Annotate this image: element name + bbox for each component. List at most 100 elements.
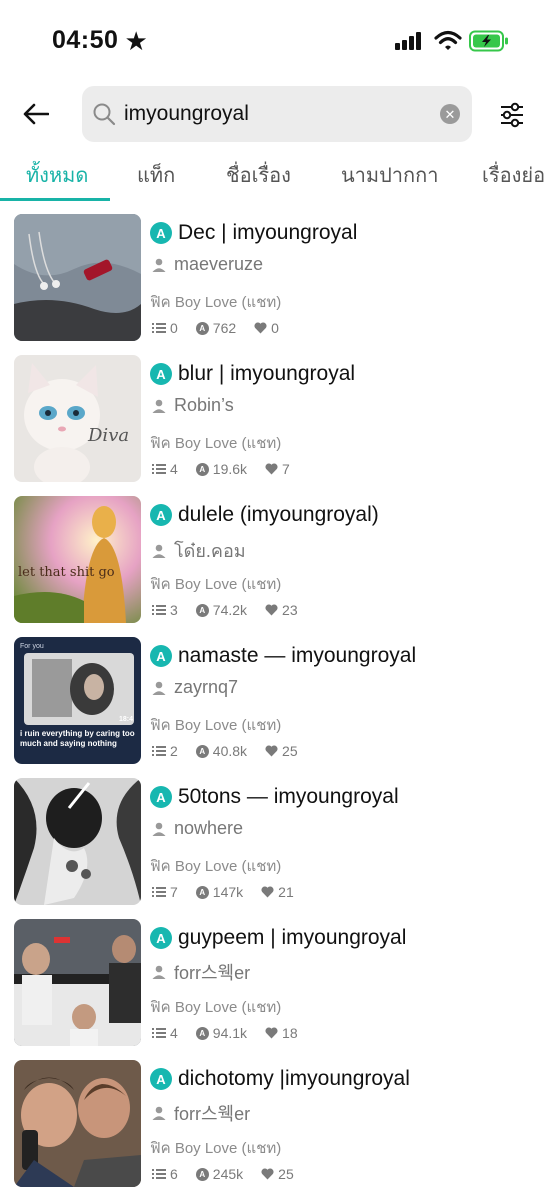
- story-title[interactable]: 50tons — imyoungroyal: [178, 785, 399, 809]
- story-title[interactable]: dulele (imyoungroyal): [178, 503, 379, 527]
- active-tab-indicator: [0, 198, 110, 201]
- tab-pen-name[interactable]: นามปากกา: [341, 159, 438, 191]
- chapter-count: 0: [170, 320, 178, 336]
- back-button[interactable]: [18, 96, 54, 132]
- cover-image: let that shit go: [14, 496, 141, 623]
- author-name[interactable]: forr스웩er: [174, 959, 250, 985]
- view-count: 40.8k: [212, 743, 248, 759]
- battery-icon: [469, 30, 509, 57]
- views-icon: A: [195, 744, 209, 758]
- heart-icon: [265, 1027, 278, 1039]
- search-tabs: ทั้งหมด แท็ก ชื่อเรื่อง นามปากกา เรื่องย…: [0, 150, 554, 202]
- list-item[interactable]: For you 18:4 i ruin everything by caring…: [0, 633, 554, 765]
- user-icon: [152, 1106, 166, 1120]
- author-name[interactable]: โด๋ย.คอม: [174, 536, 246, 565]
- user-icon: [152, 822, 166, 836]
- chapter-count: 2: [170, 743, 178, 759]
- list-item[interactable]: A guypeem | imyoungroyal forr스웩er ฟิค Bo…: [0, 915, 554, 1047]
- cover-image: Diva: [14, 355, 141, 482]
- cover-time-text: 18:4: [119, 716, 133, 723]
- author-name[interactable]: maeveruze: [174, 254, 263, 275]
- list-item[interactable]: let that shit go A dulele (imyoungroyal)…: [0, 492, 554, 624]
- like-count: 23: [282, 602, 298, 618]
- view-count: 19.6k: [212, 461, 248, 477]
- story-type-badge: A: [150, 363, 172, 385]
- views-icon: A: [195, 885, 209, 899]
- clear-search-button[interactable]: ✕: [440, 104, 460, 124]
- list-item[interactable]: A dichotomy |imyoungroyal forr스웩er ฟิค B…: [0, 1056, 554, 1188]
- list-item[interactable]: A 50tons — imyoungroyal nowhere ฟิค Boy …: [0, 774, 554, 906]
- story-stats: 7 A 147k 21: [152, 884, 294, 900]
- like-count: 25: [278, 1166, 294, 1182]
- story-stats: 4 A 94.1k 18: [152, 1025, 298, 1041]
- views-icon: A: [195, 1026, 209, 1040]
- heart-icon: [261, 886, 274, 898]
- author-name[interactable]: forr스웩er: [174, 1100, 250, 1126]
- view-count: 245k: [212, 1166, 244, 1182]
- filter-button[interactable]: [494, 97, 530, 133]
- author-name[interactable]: Robin’s: [174, 395, 234, 416]
- like-count: 18: [282, 1025, 298, 1041]
- like-count: 25: [282, 743, 298, 759]
- genre-label: ฟิค Boy Love (แชท): [150, 858, 282, 875]
- like-count: 7: [282, 461, 290, 477]
- list-item[interactable]: A Dec | imyoungroyal maeveruze ฟิค Boy L…: [0, 210, 554, 342]
- user-icon: [152, 681, 166, 695]
- list-item[interactable]: Diva A blur | imyoungroyal Robin’s ฟิค B…: [0, 351, 554, 483]
- user-icon: [152, 258, 166, 272]
- tab-synopsis[interactable]: เรื่องย่อ: [482, 159, 545, 191]
- list-icon: [152, 1169, 166, 1179]
- author-name[interactable]: nowhere: [174, 818, 243, 839]
- genre-label: ฟิค Boy Love (แชท): [150, 576, 282, 593]
- view-count: 147k: [212, 884, 244, 900]
- cellular-signal-icon: [395, 32, 425, 55]
- views-icon: A: [195, 462, 209, 476]
- cover-header-text: For you: [20, 643, 44, 650]
- sliders-icon: [501, 102, 523, 128]
- cover-image: [14, 919, 141, 1046]
- story-stats: 0 A 762 0: [152, 320, 279, 336]
- story-title[interactable]: guypeem | imyoungroyal: [178, 926, 406, 950]
- story-title[interactable]: namaste — imyoungroyal: [178, 644, 416, 668]
- chapter-count: 7: [170, 884, 178, 900]
- story-type-badge: A: [150, 504, 172, 526]
- list-icon: [152, 1028, 166, 1038]
- story-stats: 2 A 40.8k 25: [152, 743, 298, 759]
- search-input[interactable]: imyoungroyal ✕: [82, 86, 472, 142]
- heart-icon: [265, 463, 278, 475]
- heart-icon: [261, 1168, 274, 1180]
- story-title[interactable]: Dec | imyoungroyal: [178, 221, 357, 245]
- tab-tags[interactable]: แท็ก: [137, 159, 175, 191]
- story-title[interactable]: blur | imyoungroyal: [178, 362, 355, 386]
- views-icon: A: [195, 321, 209, 335]
- list-icon: [152, 605, 166, 615]
- status-bar: 04:50 ★: [0, 0, 554, 80]
- cover-image: For you 18:4 i ruin everything by caring…: [14, 637, 141, 764]
- search-icon: [92, 101, 118, 127]
- genre-label: ฟิค Boy Love (แชท): [150, 717, 282, 734]
- cover-image: [14, 778, 141, 905]
- cover-caption: Diva: [87, 425, 129, 446]
- search-query[interactable]: imyoungroyal: [124, 102, 440, 126]
- cover-image: [14, 1060, 141, 1187]
- heart-icon: [265, 745, 278, 757]
- story-stats: 3 A 74.2k 23: [152, 602, 298, 618]
- heart-icon: [254, 322, 267, 334]
- view-count: 74.2k: [212, 602, 248, 618]
- list-icon: [152, 746, 166, 756]
- genre-label: ฟิค Boy Love (แชท): [150, 294, 282, 311]
- heart-icon: [265, 604, 278, 616]
- user-icon: [152, 399, 166, 413]
- story-type-badge: A: [150, 1068, 172, 1090]
- like-count: 21: [278, 884, 294, 900]
- author-name[interactable]: zayrnq7: [174, 677, 238, 698]
- story-title[interactable]: dichotomy |imyoungroyal: [178, 1067, 410, 1091]
- close-icon: ✕: [444, 106, 456, 122]
- tab-title[interactable]: ชื่อเรื่อง: [226, 159, 291, 191]
- tab-all[interactable]: ทั้งหมด: [26, 159, 88, 191]
- genre-label: ฟิค Boy Love (แชท): [150, 999, 282, 1016]
- chapter-count: 4: [170, 461, 178, 477]
- cover-image: [14, 214, 141, 341]
- chapter-count: 3: [170, 602, 178, 618]
- cover-caption: i ruin everything by caring too much and…: [20, 729, 135, 748]
